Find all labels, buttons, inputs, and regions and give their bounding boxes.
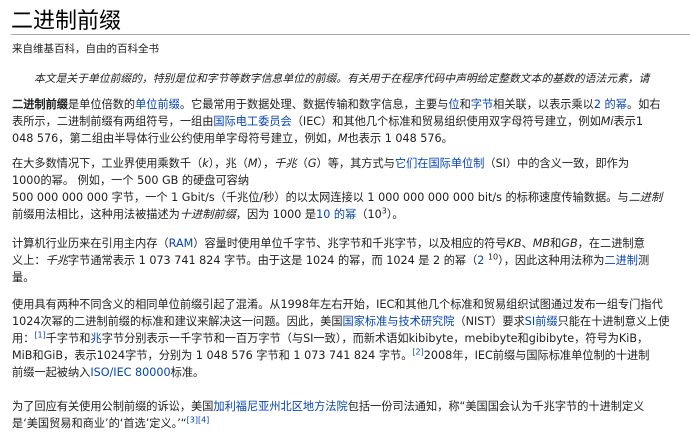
title-divider xyxy=(11,34,690,35)
ref-2[interactable]: [2] xyxy=(412,347,423,356)
paragraph-binary-usage: 计算机行业历来在引用主内存（RAM）容量时使用单位千字节、兆字节和千兆字节，以及… xyxy=(12,237,650,284)
link-unit-prefix[interactable]: 单位前缀 xyxy=(135,98,180,111)
link-power-of-ten[interactable]: 10 的幂 xyxy=(316,208,356,221)
link-byte[interactable]: 字节 xyxy=(471,98,493,111)
link-iec[interactable]: 国际电工委员会 xyxy=(213,115,291,128)
link-si[interactable]: 它们在国际单位制 xyxy=(395,157,485,170)
paragraph-lawsuit: 为了回应有关使用公制前缀的诉讼，美国加利福尼亚州北区地方法院包括一份司法通知，称… xyxy=(12,400,645,430)
paragraph-confusion: 使用具有两种不同含义的相同单位前缀引起了混淆。从1998年左右开始，IEC和其他… xyxy=(12,298,670,379)
ref-4[interactable]: [4] xyxy=(198,415,209,424)
link-bit[interactable]: 位 xyxy=(448,98,459,111)
link-two-power-ten[interactable]: 2 xyxy=(477,254,488,267)
link-iso-iec-80000[interactable]: ISO/IEC 80000 xyxy=(90,366,170,379)
hatnote: 本文是关于单位前缀的，特别是位和字节等数字信息单位的前缀。有关用于在程序代码中声… xyxy=(34,72,650,85)
paragraph-decimal: 在大多数情况下，工业界使用乘数千（k），兆（M），千兆（G）等，其方式与它们在国… xyxy=(12,157,663,221)
link-si-prefix[interactable]: SI前缀 xyxy=(525,315,558,328)
ref-1[interactable]: [1] xyxy=(34,330,45,339)
ref-3[interactable]: [3] xyxy=(187,415,198,424)
page-title: 二进制前缀 xyxy=(11,9,122,34)
link-court[interactable]: 加利福尼亚州北区地方法院 xyxy=(213,400,347,413)
bold-term: 二进制前缀 xyxy=(12,98,68,111)
article-page: 二进制前缀 来自维基百科，自由的百科全书 本文是关于单位前缀的，特别是位和字节等… xyxy=(0,0,690,437)
link-mega[interactable]: 兆 xyxy=(91,332,102,345)
paragraph-intro: 二进制前缀是单位倍数的单位前缀。它最常用于数据处理、数据传输和数字信息，主要与位… xyxy=(12,98,661,145)
site-subtitle: 来自维基百科，自由的百科全书 xyxy=(12,43,159,55)
link-ram[interactable]: RAM xyxy=(169,237,194,250)
link-binary[interactable]: 二进制 xyxy=(604,254,638,267)
link-power-of-two[interactable]: 2 的幂 xyxy=(594,98,627,111)
link-nist[interactable]: 国家标准与技术研究院 xyxy=(343,315,455,328)
